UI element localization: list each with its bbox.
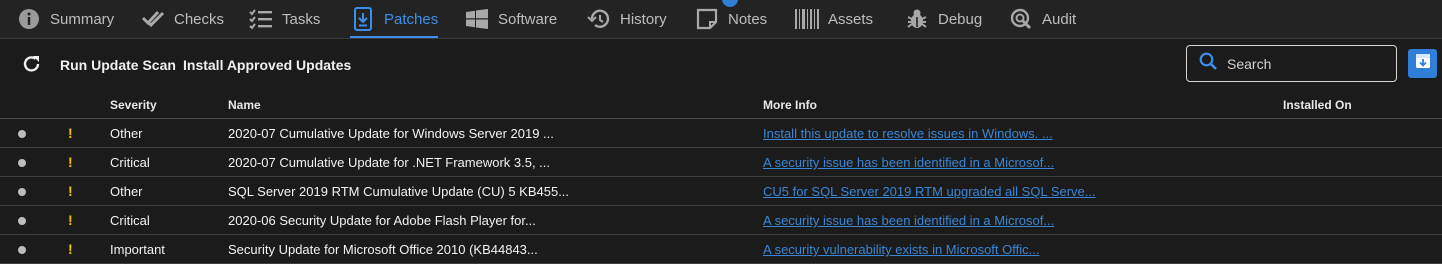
info-icon (16, 7, 42, 31)
header-more-info[interactable]: More Info (763, 98, 817, 112)
note-icon (694, 7, 720, 31)
warning-icon: ! (68, 241, 73, 257)
refresh-button[interactable] (22, 39, 42, 91)
status-dot-icon (18, 188, 26, 196)
barcode-icon (794, 7, 820, 31)
severity-cell: Critical (110, 155, 150, 170)
tab-summary[interactable]: Summary (16, 0, 114, 38)
checklist-icon (248, 7, 274, 31)
export-button[interactable] (1408, 49, 1437, 78)
search-input[interactable] (1225, 54, 1379, 73)
tab-assets[interactable]: Assets (794, 0, 873, 38)
table-row[interactable]: ! Other 2020-07 Cumulative Update for Wi… (0, 119, 1442, 148)
status-dot-icon (18, 246, 26, 254)
more-info-link[interactable]: Install this update to resolve issues in… (763, 126, 1053, 141)
name-cell: 2020-07 Cumulative Update for .NET Frame… (228, 155, 551, 170)
audit-search-icon (1008, 7, 1034, 31)
name-cell: 2020-07 Cumulative Update for Windows Se… (228, 126, 554, 141)
table-header: Severity Name More Info Installed On (0, 91, 1442, 119)
warning-icon: ! (68, 154, 73, 170)
tab-bar: Summary Checks Tasks Patches Software Hi… (0, 0, 1442, 39)
download-box-icon (350, 7, 376, 31)
toolbar: Run Update Scan Install Approved Updates (0, 39, 1442, 91)
tab-history[interactable]: History (586, 0, 667, 38)
table-row[interactable]: ! Critical 2020-06 Security Update for A… (0, 206, 1442, 235)
more-info-link[interactable]: A security issue has been identified in … (763, 155, 1054, 170)
warning-icon: ! (68, 125, 73, 141)
status-dot-icon (18, 130, 26, 138)
table-row[interactable]: ! Critical 2020-07 Cumulative Update for… (0, 148, 1442, 177)
windows-logo-icon (464, 7, 490, 31)
tab-tasks[interactable]: Tasks (248, 0, 320, 38)
table-row[interactable]: ! Other SQL Server 2019 RTM Cumulative U… (0, 177, 1442, 206)
export-icon (1415, 53, 1431, 74)
tab-label: Checks (174, 10, 225, 28)
refresh-icon (22, 54, 42, 77)
severity-cell: Critical (110, 213, 150, 228)
status-dot-icon (18, 217, 26, 225)
name-cell: Security Update for Microsoft Office 201… (228, 242, 538, 257)
tab-patches[interactable]: Patches (350, 0, 439, 38)
name-cell: 2020-06 Security Update for Adobe Flash … (228, 213, 536, 228)
history-icon (586, 7, 612, 31)
more-info-link[interactable]: A security issue has been identified in … (763, 213, 1054, 228)
tab-label: History (620, 10, 667, 28)
more-info-link[interactable]: A security vulnerability exists in Micro… (763, 242, 1039, 257)
warning-icon: ! (68, 183, 73, 199)
warning-icon: ! (68, 212, 73, 228)
tab-label: Patches (384, 10, 439, 28)
name-cell: SQL Server 2019 RTM Cumulative Update (C… (228, 184, 570, 199)
tab-software[interactable]: Software (464, 0, 557, 38)
search-box[interactable] (1186, 45, 1397, 82)
tab-checks[interactable]: Checks (140, 0, 224, 38)
tab-label: Tasks (282, 10, 321, 28)
tab-label: Assets (828, 10, 874, 28)
severity-cell: Important (110, 242, 165, 257)
install-approved-updates-button[interactable]: Install Approved Updates (183, 39, 351, 91)
tab-label: Debug (938, 10, 983, 28)
status-dot-icon (18, 159, 26, 167)
header-installed-on[interactable]: Installed On (1283, 98, 1352, 112)
tab-label: Software (498, 10, 558, 28)
severity-cell: Other (110, 184, 143, 199)
search-icon (1199, 52, 1217, 75)
tab-label: Summary (50, 10, 115, 28)
tab-label: Notes (728, 10, 768, 28)
severity-cell: Other (110, 126, 143, 141)
patches-table: Severity Name More Info Installed On ! O… (0, 91, 1442, 264)
bug-icon (904, 7, 930, 31)
tab-audit[interactable]: Audit (1008, 0, 1076, 38)
double-check-icon (140, 7, 166, 31)
table-row[interactable]: ! Important Security Update for Microsof… (0, 235, 1442, 264)
more-info-link[interactable]: CU5 for SQL Server 2019 RTM upgraded all… (763, 184, 1096, 199)
header-name[interactable]: Name (228, 98, 261, 112)
tab-label: Audit (1042, 10, 1077, 28)
header-severity[interactable]: Severity (110, 98, 157, 112)
tab-debug[interactable]: Debug (904, 0, 982, 38)
run-update-scan-button[interactable]: Run Update Scan (60, 39, 176, 91)
